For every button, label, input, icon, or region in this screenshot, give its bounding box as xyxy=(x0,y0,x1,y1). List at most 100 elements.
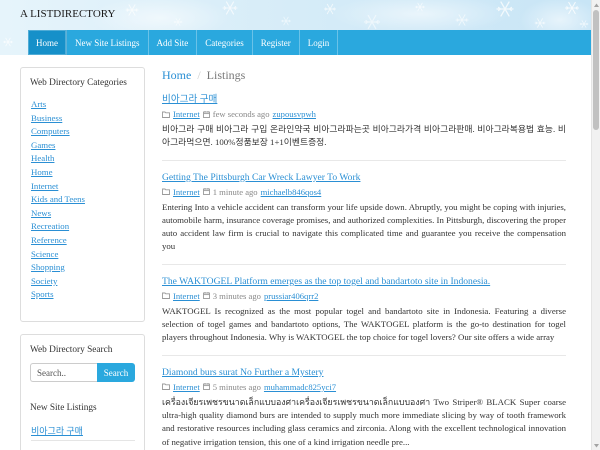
search-input[interactable] xyxy=(30,363,97,382)
listing-category-link[interactable]: Internet xyxy=(173,107,200,121)
listing-category-link[interactable]: Internet xyxy=(173,185,200,199)
category-link-games[interactable]: Games xyxy=(31,140,55,150)
folder-icon xyxy=(162,111,170,118)
category-item: Computers xyxy=(31,125,135,139)
nav-categories[interactable]: Categories xyxy=(197,30,253,55)
breadcrumb: Home / Listings xyxy=(162,67,566,83)
category-link-home[interactable]: Home xyxy=(31,167,53,177)
category-item: Internet xyxy=(31,180,135,194)
listing-meta: Internet 5 minutes ago muhammadc825yci7 xyxy=(162,380,566,394)
category-link-science[interactable]: Science xyxy=(31,249,58,259)
category-item: Recreation xyxy=(31,220,135,234)
calendar-icon xyxy=(202,110,210,118)
listing-title-row: Diamond burs surat No Further a Mystery xyxy=(162,366,566,380)
listing-description: 비아그라 구매 비아그라 구입 온라인약국 비아그라파는곳 비아그라가격 비아그… xyxy=(162,124,566,148)
scrollbar-thumb[interactable] xyxy=(593,10,599,130)
category-item: Kids and Teens xyxy=(31,193,135,207)
categories-title: Web Directory Categories xyxy=(30,78,127,88)
calendar-icon xyxy=(202,292,210,300)
new-listings-list: 비아그라 구매 xyxy=(30,425,135,441)
search-panel: Web Directory Search Search New Site Lis… xyxy=(20,334,145,450)
breadcrumb-home[interactable]: Home xyxy=(162,68,191,82)
listing-category-link[interactable]: Internet xyxy=(173,289,200,303)
main-content: Home / Listings 비아그라 구매 Internet few secon… xyxy=(162,67,566,450)
breadcrumb-current: Listings xyxy=(206,68,246,82)
search-form: Search xyxy=(30,363,135,382)
main-nav: Home New Site Listings Add Site Categori… xyxy=(28,30,591,55)
listing-item: Getting The Pittsburgh Car Wreck Lawyer … xyxy=(162,171,566,265)
category-link-reference[interactable]: Reference xyxy=(31,235,67,245)
category-link-society[interactable]: Society xyxy=(31,276,57,286)
listing-meta: Internet 1 minute ago michaelb846qos4 xyxy=(162,185,566,199)
listing-meta: Internet few seconds ago zupousvpwh xyxy=(162,107,566,121)
listing-user-link[interactable]: zupousvpwh xyxy=(273,107,316,121)
listing-meta: Internet 3 minutes ago prussiar406qrr2 xyxy=(162,289,566,303)
category-item: Arts xyxy=(31,98,135,112)
new-listing-item: 비아그라 구매 xyxy=(31,425,135,441)
scroll-down-icon[interactable] xyxy=(592,441,600,450)
listing-user-link[interactable]: prussiar406qrr2 xyxy=(264,289,318,303)
category-list: Arts Business Computers Games Health Hom… xyxy=(30,98,135,302)
category-link-internet[interactable]: Internet xyxy=(31,181,58,191)
listing-item: 비아그라 구매 Internet few seconds ago zupousv… xyxy=(162,93,566,161)
breadcrumb-separator: / xyxy=(197,68,201,82)
listing-user-link[interactable]: muhammadc825yci7 xyxy=(264,380,336,394)
listing-item: The WAKTOGEL Platform emerges as the top… xyxy=(162,275,566,356)
listing-title-link[interactable]: Diamond burs surat No Further a Mystery xyxy=(162,367,323,378)
category-link-health[interactable]: Health xyxy=(31,153,54,163)
listing-category-link[interactable]: Internet xyxy=(173,380,200,394)
nav-register[interactable]: Register xyxy=(253,30,300,55)
listing-title-row: 비아그라 구매 xyxy=(162,93,566,107)
search-button[interactable]: Search xyxy=(97,363,135,382)
calendar-icon xyxy=(202,188,210,196)
listing-description: เครื่องเจียรเพชรขนาดเล็กแบบองศาเครื่องเจ… xyxy=(162,396,566,447)
category-link-arts[interactable]: Arts xyxy=(31,99,46,109)
category-item: Shopping xyxy=(31,261,135,275)
calendar-icon xyxy=(202,383,210,391)
site-title[interactable]: A LISTDIRECTORY xyxy=(20,8,115,21)
scroll-up-icon[interactable] xyxy=(592,0,600,9)
listing-description: WAKTOGEL Is recognized as the most popul… xyxy=(162,305,566,343)
listing-item: Diamond burs surat No Further a Mystery … xyxy=(162,366,566,449)
category-link-sports[interactable]: Sports xyxy=(31,289,54,299)
nav-login[interactable]: Login xyxy=(300,30,339,55)
folder-icon xyxy=(162,188,170,196)
category-link-recreation[interactable]: Recreation xyxy=(31,221,69,231)
listing-time: 5 minutes ago xyxy=(212,381,261,392)
categories-panel: Web Directory Categories Arts Business C… xyxy=(20,67,145,322)
category-link-news[interactable]: News xyxy=(31,208,51,218)
scrollbar[interactable] xyxy=(591,0,600,450)
folder-icon xyxy=(162,292,170,300)
folder-icon xyxy=(162,383,170,391)
category-item: Society xyxy=(31,275,135,289)
category-link-business[interactable]: Business xyxy=(31,113,62,123)
listing-time: 1 minute ago xyxy=(212,186,258,197)
listing-title-row: Getting The Pittsburgh Car Wreck Lawyer … xyxy=(162,171,566,185)
category-item: Home xyxy=(31,166,135,180)
listing-time: 3 minutes ago xyxy=(212,290,261,301)
category-link-computers[interactable]: Computers xyxy=(31,126,70,136)
listing-title-link[interactable]: The WAKTOGEL Platform emerges as the top… xyxy=(162,276,490,287)
category-item: Games xyxy=(31,139,135,153)
category-item: News xyxy=(31,207,135,221)
category-item: Reference xyxy=(31,234,135,248)
nav-add-site[interactable]: Add Site xyxy=(149,30,198,55)
page: A LISTDIRECTORY Home New Site Listings A… xyxy=(0,0,600,450)
category-link-shopping[interactable]: Shopping xyxy=(31,262,65,272)
nav-new-site-listings[interactable]: New Site Listings xyxy=(67,30,149,55)
new-listings-title: New Site Listings xyxy=(30,403,97,413)
listing-time: few seconds ago xyxy=(212,109,270,119)
listing-title-row: The WAKTOGEL Platform emerges as the top… xyxy=(162,275,566,289)
category-item: Sports xyxy=(31,288,135,302)
listing-title-link[interactable]: Getting The Pittsburgh Car Wreck Lawyer … xyxy=(162,172,360,183)
listing-description: Entering Into a vehicle accident can tra… xyxy=(162,201,566,252)
search-title: Web Directory Search xyxy=(30,345,113,355)
listing-user-link[interactable]: michaelb846qos4 xyxy=(261,185,322,199)
new-listing-link[interactable]: 비아그라 구매 xyxy=(31,426,83,436)
nav-home[interactable]: Home xyxy=(28,30,67,55)
category-item: Health xyxy=(31,152,135,166)
category-item: Science xyxy=(31,248,135,262)
listing-title-link[interactable]: 비아그라 구매 xyxy=(162,94,217,105)
category-link-kids-and-teens[interactable]: Kids and Teens xyxy=(31,194,85,204)
category-item: Business xyxy=(31,112,135,126)
